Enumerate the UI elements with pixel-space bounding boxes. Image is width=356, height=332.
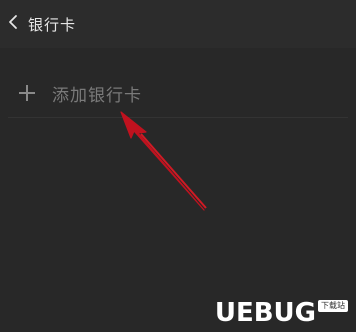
add-bank-card-button[interactable]: 添加银行卡 [8, 70, 348, 116]
chevron-left-icon [7, 14, 19, 34]
watermark-logo: UEBUG [214, 298, 316, 328]
app-header: 银行卡 [0, 0, 356, 48]
watermark-badge: 下载站 [318, 300, 348, 312]
watermark: UEBUG 下载站 [215, 300, 348, 326]
page-title: 银行卡 [28, 15, 77, 34]
back-button[interactable] [0, 0, 26, 48]
divider [8, 117, 348, 118]
add-bank-card-label: 添加银行卡 [52, 85, 142, 106]
plus-icon [16, 82, 38, 104]
